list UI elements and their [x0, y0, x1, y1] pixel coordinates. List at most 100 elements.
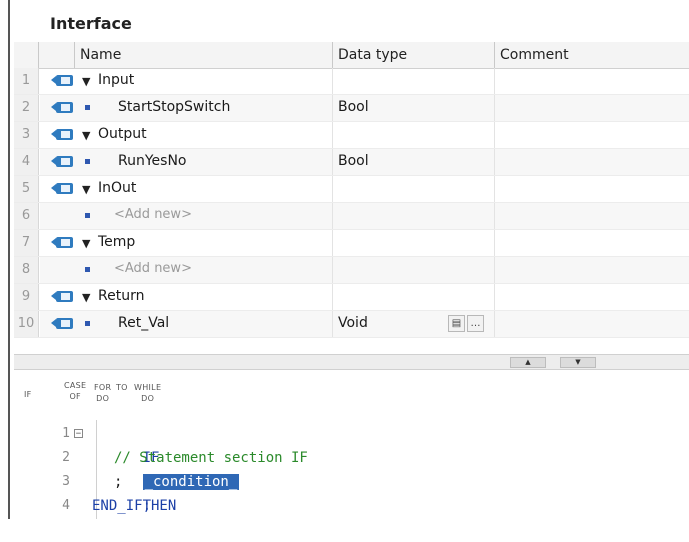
section-name[interactable]: Return	[98, 288, 144, 304]
fold-collapse-icon[interactable]: −	[74, 429, 83, 439]
code-line[interactable]: 4 END_IF;	[14, 494, 689, 518]
table-row[interactable]: 7 ▼ Temp	[14, 230, 689, 257]
toolbar-of-label: OF	[69, 392, 81, 401]
header-separator	[332, 42, 333, 68]
toolbar-for-label: FOR	[94, 383, 112, 392]
section-interface-icon	[51, 183, 73, 194]
add-new-placeholder[interactable]: <Add new>	[114, 261, 192, 276]
splitter[interactable]: ▲ ▼	[14, 354, 689, 370]
column-divider	[494, 230, 495, 256]
toolbar-if-label: IF	[24, 390, 32, 399]
table-row[interactable]: 4 RunYesNo Bool	[14, 149, 689, 176]
row-number: 9	[14, 284, 39, 310]
column-header-name[interactable]: Name	[80, 47, 121, 63]
column-divider	[494, 68, 495, 94]
table-row[interactable]: 1 ▼ Input	[14, 68, 689, 95]
column-divider	[332, 230, 333, 256]
table-row[interactable]: 2 StartStopSwitch Bool	[14, 95, 689, 122]
variable-bullet-icon	[85, 213, 90, 218]
section-interface-icon	[51, 291, 73, 302]
collapse-triangle-icon[interactable]: ▼	[82, 75, 90, 88]
header-separator	[74, 42, 75, 68]
section-name[interactable]: Output	[98, 126, 147, 142]
toolbar-while-label: WHILE	[134, 383, 162, 392]
toolbar-while-do[interactable]: WHILE DO	[134, 382, 161, 404]
column-divider	[494, 176, 495, 202]
section-interface-icon	[51, 129, 73, 140]
interface-title: Interface	[50, 14, 132, 33]
column-divider	[332, 68, 333, 94]
toolbar-case-label: CASE	[64, 381, 87, 390]
section-name[interactable]: Temp	[98, 234, 135, 250]
header-separator	[38, 42, 39, 68]
row-number: 6	[14, 203, 39, 229]
row-number: 1	[14, 68, 39, 94]
column-divider	[494, 257, 495, 283]
input-variable-icon	[51, 102, 73, 113]
data-type-cell[interactable]: Bool	[338, 99, 369, 115]
output-variable-icon	[51, 156, 73, 167]
keyword-end-if: END_IF;	[92, 498, 152, 514]
row-number: 4	[14, 149, 39, 175]
data-type-cell[interactable]: Bool	[338, 153, 369, 169]
column-divider	[332, 149, 333, 175]
row-number: 8	[14, 257, 39, 283]
line-number: 2	[62, 450, 70, 465]
section-name[interactable]: Input	[98, 72, 134, 88]
line-number: 3	[62, 474, 70, 489]
column-divider	[332, 176, 333, 202]
code-line[interactable]: 3 ;	[14, 470, 689, 494]
section-name[interactable]: InOut	[98, 180, 136, 196]
column-divider	[494, 122, 495, 148]
column-divider	[494, 95, 495, 121]
variable-bullet-icon	[85, 321, 90, 326]
code-line[interactable]: 2 // Statement section IF	[14, 446, 689, 470]
collapse-triangle-icon[interactable]: ▼	[82, 183, 90, 196]
table-row[interactable]: 3 ▼ Output	[14, 122, 689, 149]
toolbar-do-label: DO	[96, 394, 110, 403]
splitter-up-button[interactable]: ▲	[510, 357, 546, 368]
column-divider	[332, 203, 333, 229]
collapse-triangle-icon[interactable]: ▼	[82, 129, 90, 142]
toolbar-case-of[interactable]: CASE OF	[64, 380, 86, 402]
toolbar-while-do-label: DO	[141, 394, 155, 403]
collapse-triangle-icon[interactable]: ▼	[82, 237, 90, 250]
row-number: 7	[14, 230, 39, 256]
variable-name[interactable]: StartStopSwitch	[118, 99, 230, 115]
table-row[interactable]: 8 <Add new>	[14, 257, 689, 284]
instruction-toolbar: IF CASE OF FOR DO TO WHILE DO	[14, 370, 689, 418]
variable-bullet-icon	[85, 159, 90, 164]
interface-header: Name Data type Comment	[14, 42, 689, 69]
variable-name[interactable]: RunYesNo	[118, 153, 186, 169]
code-line[interactable]: 1 − IF _condition_ THEN	[14, 422, 689, 514]
toolbar-to[interactable]: TO	[116, 382, 128, 393]
code-editor[interactable]: 1 − IF _condition_ THEN 2 // Statement s…	[14, 420, 689, 519]
column-divider	[332, 122, 333, 148]
toolbar-if[interactable]: IF	[24, 389, 32, 400]
interface-table: 1 ▼ Input 2 StartStopSwitch Bool 3 ▼ Out…	[14, 68, 689, 338]
splitter-down-button[interactable]: ▼	[560, 357, 596, 368]
variable-bullet-icon	[85, 267, 90, 272]
row-number: 5	[14, 176, 39, 202]
table-row[interactable]: 5 ▼ InOut	[14, 176, 689, 203]
variable-bullet-icon	[85, 105, 90, 110]
code-statement: ;	[114, 474, 123, 490]
table-row[interactable]: 9 ▼ Return	[14, 284, 689, 311]
empty-row	[14, 328, 689, 354]
collapse-triangle-icon[interactable]: ▼	[82, 291, 90, 304]
header-separator	[494, 42, 495, 68]
add-new-placeholder[interactable]: <Add new>	[114, 207, 192, 222]
column-divider	[332, 284, 333, 310]
row-number: 2	[14, 95, 39, 121]
left-border	[8, 0, 10, 519]
column-header-data-type[interactable]: Data type	[338, 47, 407, 63]
code-comment: // Statement section IF	[114, 450, 308, 466]
toolbar-for-do[interactable]: FOR DO	[94, 382, 111, 404]
line-number: 1	[62, 426, 70, 441]
column-divider	[494, 284, 495, 310]
section-interface-icon	[51, 237, 73, 248]
column-divider	[494, 203, 495, 229]
column-header-comment[interactable]: Comment	[500, 47, 569, 63]
toolbar-to-label: TO	[116, 383, 128, 392]
table-row[interactable]: 6 <Add new>	[14, 203, 689, 230]
